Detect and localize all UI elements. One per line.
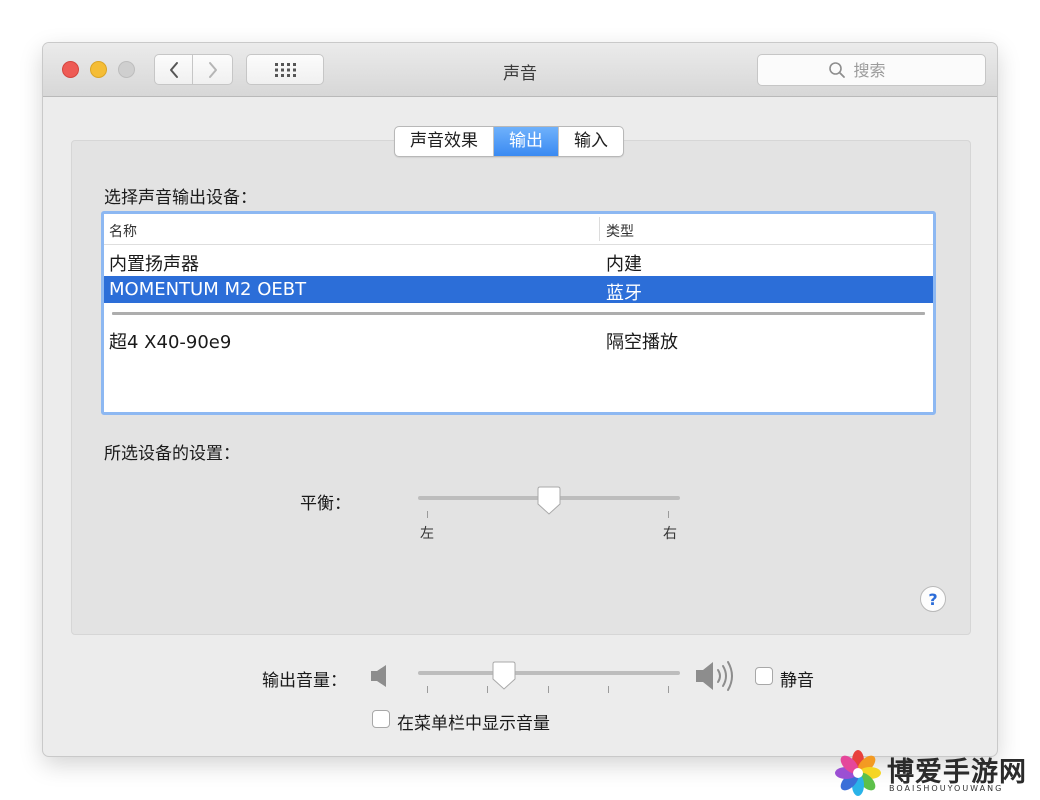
device-name: 内置扬声器	[109, 254, 199, 275]
device-name: MOMENTUM M2 OEBT	[109, 279, 307, 300]
volume-label: 输出音量：	[262, 671, 347, 691]
volume-tick	[487, 686, 488, 693]
volume-tick	[427, 686, 428, 693]
sound-preferences-window: 声音 声音效果 输出 输入 选择声音输出设备： 名称 类型 内置扬声器 内建 M…	[43, 43, 997, 756]
list-separator	[112, 312, 925, 315]
device-section-label: 选择声音输出设备：	[104, 188, 257, 208]
column-header-type[interactable]: 类型	[606, 221, 634, 241]
volume-thumb[interactable]	[492, 661, 516, 691]
mute-label: 静音	[780, 671, 814, 691]
device-type: 内建	[606, 254, 642, 275]
watermark-subtitle: BOAISHOUYOUWANG	[889, 784, 1004, 793]
balance-tick-left	[427, 511, 428, 518]
device-type: 隔空播放	[606, 332, 678, 353]
column-header-name[interactable]: 名称	[109, 221, 137, 241]
list-header: 名称 类型	[104, 214, 933, 245]
speaker-low-icon	[371, 665, 386, 687]
balance-right-label: 右	[663, 526, 677, 542]
output-device-list[interactable]: 名称 类型 内置扬声器 内建 MOMENTUM M2 OEBT 蓝牙 超4 X4…	[101, 211, 936, 415]
settings-section-label: 所选设备的设置：	[104, 444, 240, 464]
balance-thumb[interactable]	[537, 486, 561, 516]
show-volume-in-menubar-label: 在菜单栏中显示音量	[397, 714, 550, 734]
search-input[interactable]	[851, 59, 916, 81]
show-volume-in-menubar-checkbox[interactable]	[372, 710, 390, 728]
volume-tick	[668, 686, 669, 693]
balance-label: 平衡：	[300, 494, 351, 514]
volume-track[interactable]	[418, 671, 680, 675]
balance-left-label: 左	[420, 526, 434, 542]
speaker-high-icon	[696, 661, 733, 691]
column-divider	[599, 217, 600, 241]
help-button[interactable]: ?	[920, 586, 946, 612]
tab-output[interactable]: 输出	[494, 127, 559, 156]
device-name: 超4 X40-90e9	[109, 332, 232, 353]
tab-sound-effects[interactable]: 声音效果	[395, 127, 494, 156]
search-icon	[828, 62, 845, 78]
watermark-logo: 博爱手游网 BOAISHOUYOUWANG	[833, 748, 1033, 798]
mute-checkbox[interactable]	[755, 667, 773, 685]
device-row-selected[interactable]: MOMENTUM M2 OEBT 蓝牙	[104, 276, 933, 304]
balance-tick-right	[668, 511, 669, 518]
volume-tick	[548, 686, 549, 693]
volume-tick	[608, 686, 609, 693]
device-row[interactable]: 内置扬声器 内建	[104, 247, 933, 275]
tab-bar: 声音效果 输出 输入	[394, 126, 624, 157]
flower-logo-icon	[835, 750, 881, 796]
device-row[interactable]: 超4 X40-90e9 隔空播放	[104, 325, 933, 353]
titlebar: 声音	[43, 43, 997, 97]
tab-input[interactable]: 输入	[559, 127, 623, 156]
search-field[interactable]	[757, 54, 986, 86]
device-type: 蓝牙	[606, 283, 642, 304]
